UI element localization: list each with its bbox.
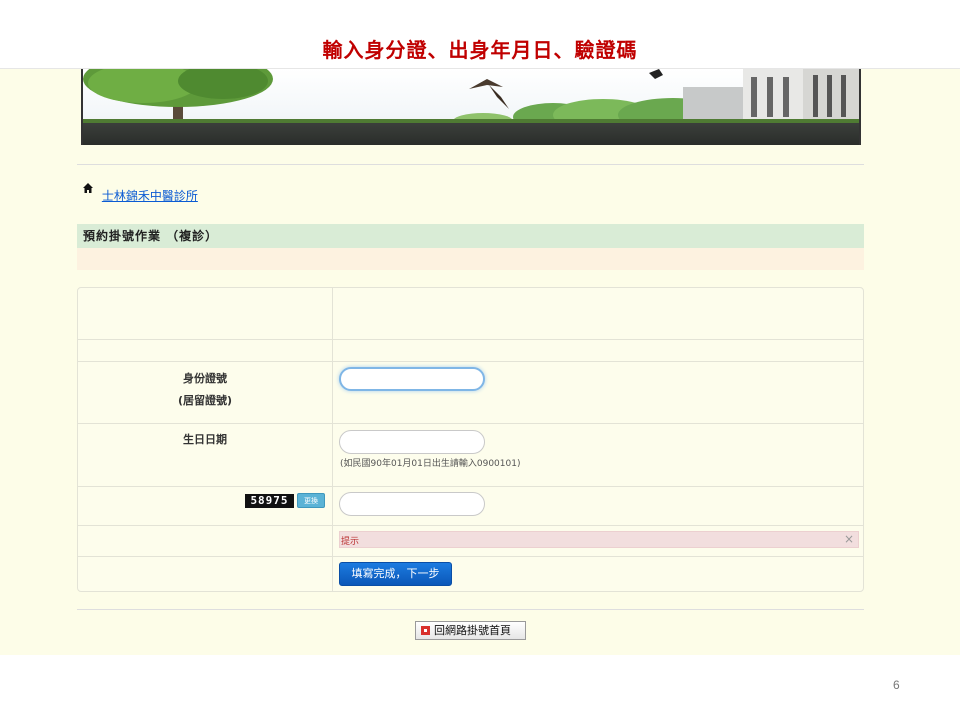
divider [77,609,864,610]
birthday-input[interactable] [339,430,485,454]
breadcrumb: 士林錦禾中醫診所 [82,182,198,203]
captcha-refresh-button[interactable]: 更換 [297,493,325,508]
alert-text: 提示 [341,537,360,547]
birthday-label: 生日日期 [183,433,227,446]
row-divider [78,339,863,340]
id-number-input[interactable] [339,367,485,391]
captcha-input[interactable] [339,492,485,516]
row-divider [78,556,863,557]
id-label-sub: (居留證號) [177,394,233,407]
clinic-link[interactable]: 士林錦禾中醫診所 [102,189,198,203]
slide-title: 輸入身分證、出身年月日、驗證碼 [322,38,638,62]
page-number: 6 [893,678,900,692]
birthday-hint: (如民國90年01月01日出生請輸入0900101) [340,459,521,469]
back-to-home-button[interactable]: 回網路掛號首頁 [415,621,526,640]
divider [77,164,864,165]
id-label: 身份證號 [183,372,227,385]
browser-page: 士林錦禾中醫診所 預約掛號作業 （複診） 身份證號 (居留證號) 生日日期 (如… [0,69,960,655]
home-square-icon [421,626,430,635]
header-banner [81,69,861,145]
alert-box: 提示 × [339,531,859,548]
row-divider [78,361,863,362]
form-column-divider [332,288,333,591]
row-divider [78,423,863,424]
row-divider [78,525,863,526]
home-icon [83,183,93,193]
slide-title-bar: 輸入身分證、出身年月日、驗證碼 [0,0,960,69]
captcha-image: 58975 [245,494,294,508]
section-subbar [77,248,864,270]
row-divider [78,486,863,487]
section-title: 預約掛號作業 （複診） [77,224,864,248]
appointment-form: 身份證號 (居留證號) 生日日期 (如民國90年01月01日出生請輸入09001… [77,287,864,592]
back-to-home-label: 回網路掛號首頁 [434,624,511,637]
close-icon[interactable]: × [844,532,854,547]
banner-strip [83,123,859,145]
submit-button[interactable]: 填寫完成，下一步 [339,562,452,586]
